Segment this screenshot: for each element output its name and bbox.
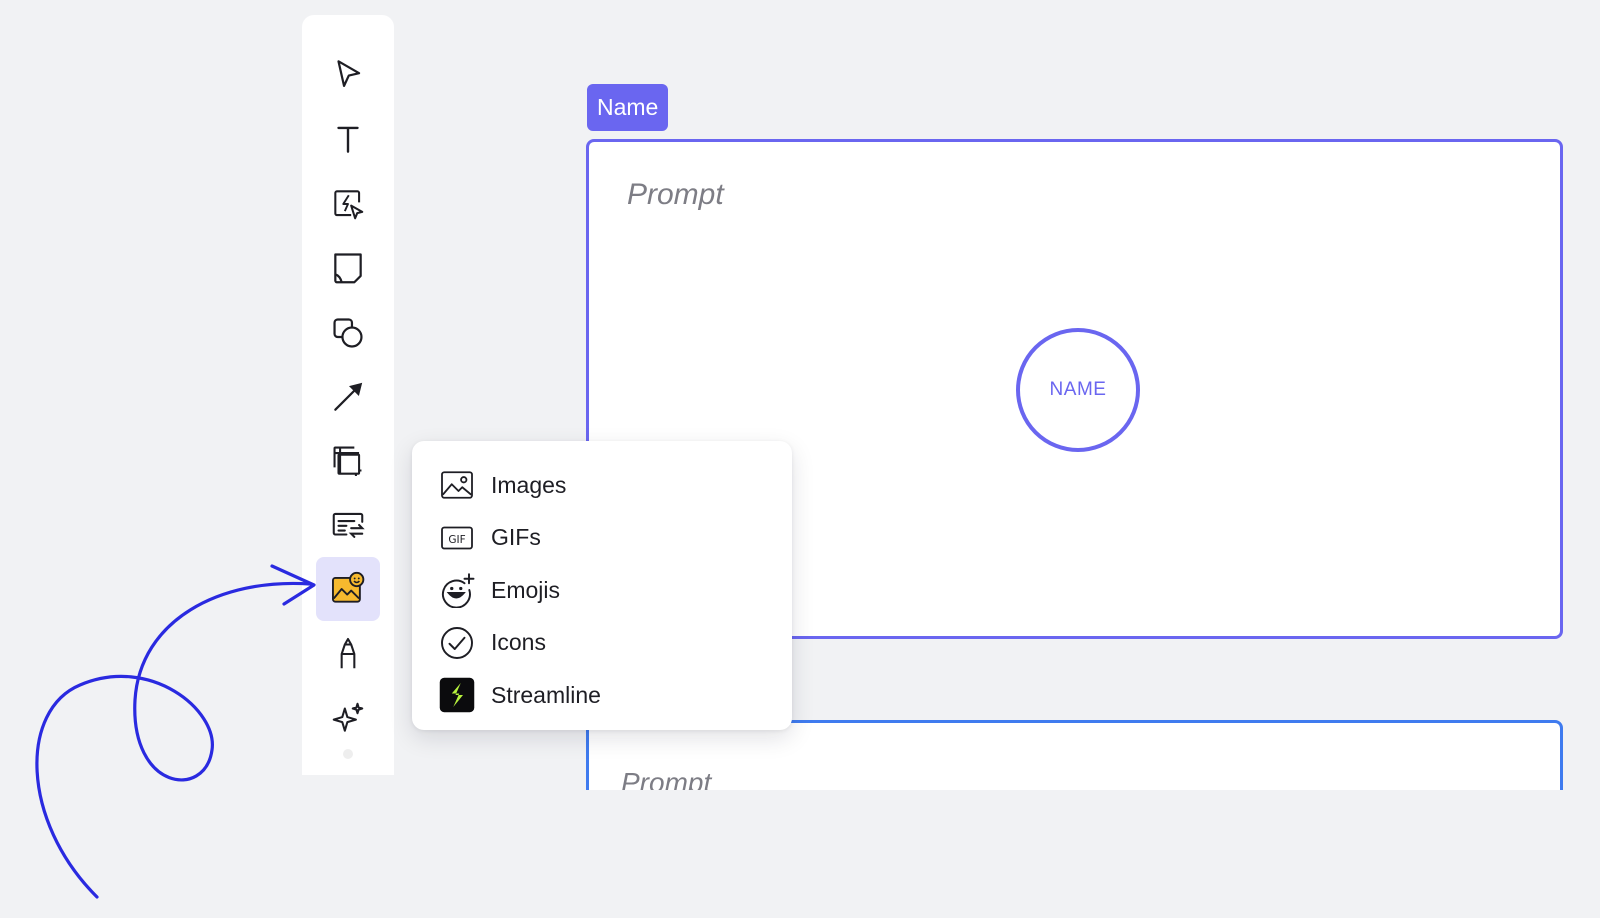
menu-item-label: Icons [491, 629, 546, 656]
sticky-note-icon [334, 253, 362, 284]
frame-prompt-text: Prompt [627, 178, 724, 211]
shapes-tool[interactable] [316, 301, 380, 365]
menu-item-label: Streamline [491, 681, 601, 708]
media-icon [332, 571, 365, 603]
text-icon [337, 126, 359, 153]
ai-cursor-icon [334, 190, 364, 220]
menu-item-label: Emojis [491, 576, 561, 603]
image-icon [439, 467, 475, 503]
streamline-logo-icon [439, 677, 475, 713]
circle-label: NAME [1049, 379, 1107, 400]
cursor-arrow-icon [337, 60, 361, 87]
emoji-add-icon [439, 572, 475, 609]
sticky-note-tool[interactable] [316, 236, 380, 300]
media-menu: Images GIF GIFs Emojis Icons Streamline [412, 441, 792, 730]
sparkles-icon [332, 702, 364, 732]
second-frame-prompt-text: Prompt [621, 767, 712, 790]
connector-tool[interactable] [316, 365, 380, 429]
toolbar-scroll-hint [302, 749, 394, 775]
tool-palette [302, 15, 394, 775]
second-prompt-frame[interactable]: Prompt [586, 720, 1563, 790]
canvas-bottom-area [0, 790, 1600, 918]
frame-icon [333, 446, 362, 477]
check-circle-icon [439, 625, 475, 661]
menu-item-emojis[interactable]: Emojis [412, 564, 792, 617]
frame-name-label[interactable]: Name [587, 84, 669, 131]
select-tool[interactable] [316, 42, 380, 106]
templates-tool[interactable] [316, 493, 380, 557]
pen-tool[interactable] [316, 622, 380, 686]
name-circle-node[interactable]: NAME [1016, 328, 1140, 452]
menu-item-images[interactable]: Images [412, 459, 792, 512]
gif-icon: GIF [439, 520, 475, 556]
ai-select-tool[interactable] [316, 172, 380, 236]
pen-icon [340, 637, 356, 669]
shapes-icon [333, 318, 363, 348]
menu-item-gifs[interactable]: GIF GIFs [412, 512, 792, 565]
text-tool[interactable] [316, 107, 380, 171]
svg-text:GIF: GIF [448, 534, 465, 546]
ai-magic-tool[interactable] [316, 686, 380, 750]
menu-item-streamline[interactable]: Streamline [412, 669, 792, 722]
media-tool[interactable] [316, 557, 380, 621]
templates-icon [332, 512, 365, 538]
arrow-line-icon [334, 382, 363, 411]
menu-item-label: GIFs [491, 524, 541, 551]
menu-item-icons[interactable]: Icons [412, 617, 792, 670]
menu-item-label: Images [491, 471, 567, 498]
frame-tool[interactable] [316, 429, 380, 493]
